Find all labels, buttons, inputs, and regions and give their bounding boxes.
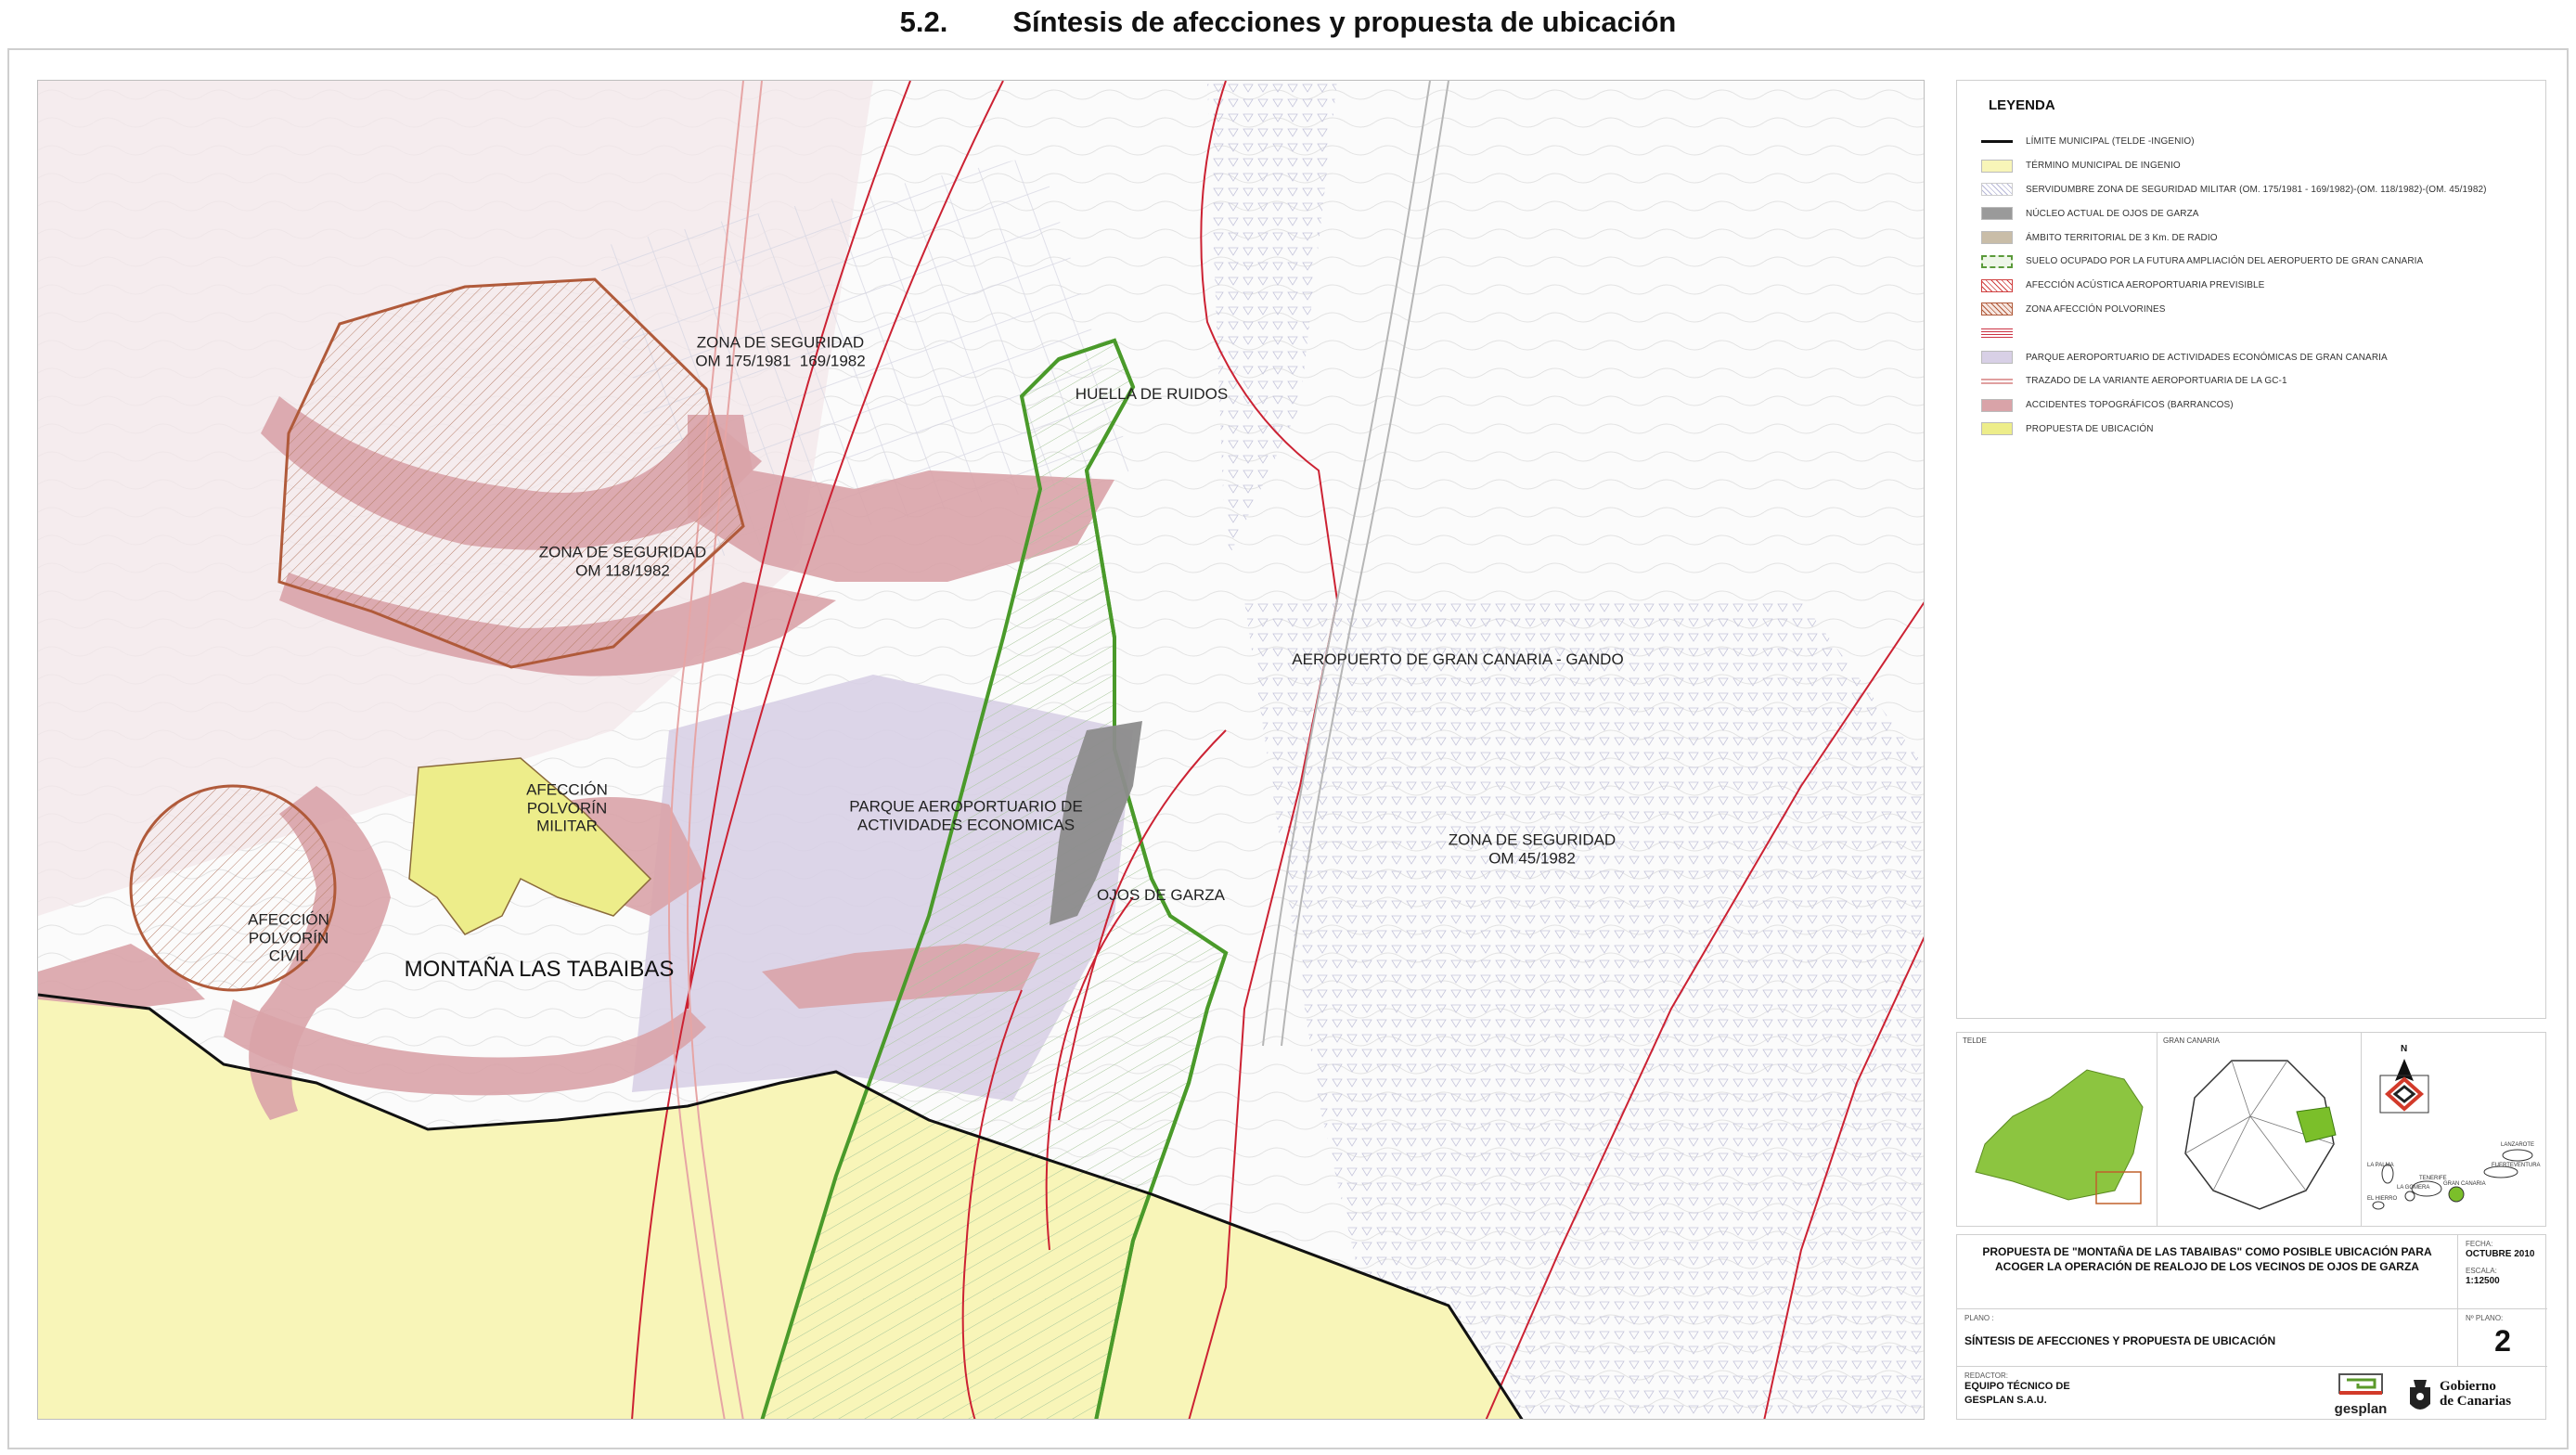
legend-item: ÁMBITO TERRITORIAL DE 3 Km. DE RADIO — [1981, 225, 2521, 250]
legend-swatch — [1981, 351, 2013, 365]
gesplan-wordmark: gesplan — [2334, 1401, 2388, 1417]
legend-item — [1981, 321, 2521, 345]
tb-nplano: 2 — [2494, 1324, 2511, 1358]
telde-map-icon — [1975, 1069, 2144, 1204]
page-header: 5.2. Síntesis de afecciones y propuesta … — [0, 0, 2576, 45]
locator-maps: TELDE GRAN CANARIA N LANZAROTE FUERTEVEN… — [1956, 1032, 2546, 1227]
legend-swatch — [1981, 231, 2013, 245]
title-block: PROPUESTA DE "MONTAÑA DE LAS TABAIBAS" C… — [1956, 1234, 2547, 1421]
coat-of-arms-icon — [2410, 1380, 2430, 1410]
legend-label: PROPUESTA DE UBICACIÓN — [2026, 423, 2154, 434]
locator-islands: N LANZAROTE FUERTEVENTURA LA PALMA TENER… — [2362, 1033, 2547, 1226]
map-label-zona-seguridad-om175: ZONA DE SEGURIDAD OM 175/1981 169/1982 — [695, 333, 866, 369]
legend-swatch — [1981, 378, 2013, 384]
legend-item: PROPUESTA DE UBICACIÓN — [1981, 418, 2521, 442]
gesplan-icon — [2338, 1373, 2383, 1395]
legend-panel: LEYENDA LÍMITE MUNICIPAL (TELDE -INGENIO… — [1956, 80, 2546, 1019]
tb-escala-label: ESCALA: — [2466, 1266, 2497, 1275]
legend-swatch — [1981, 183, 2013, 197]
section-number: 5.2. — [899, 6, 948, 38]
locator-telde-caption: TELDE — [1963, 1037, 1987, 1045]
legend-label: NÚCLEO ACTUAL DE OJOS DE GARZA — [2026, 208, 2199, 219]
map-drawing — [38, 81, 1924, 1419]
legend-swatch — [1981, 140, 2013, 144]
tb-proposal-cell: PROPUESTA DE "MONTAÑA DE LAS TABAIBAS" C… — [1957, 1235, 2458, 1309]
tb-fecha: OCTUBRE 2010 — [2466, 1249, 2535, 1259]
island-label-la-gomera: LA GOMERA — [2397, 1185, 2430, 1191]
legend-label: TRAZADO DE LA VARIANTE AEROPORTUARIA DE … — [2026, 376, 2287, 387]
legend-item: ZONA AFECCIÓN POLVORINES — [1981, 298, 2521, 322]
legend-list: LÍMITE MUNICIPAL (TELDE -INGENIO) TÉRMINO… — [1981, 130, 2521, 441]
map-label-afeccion-polvorin-militar: AFECCIÓN POLVORÍN MILITAR — [526, 780, 608, 835]
legend-label: TÉRMINO MUNICIPAL DE INGENIO — [2026, 161, 2181, 172]
legend-label: ACCIDENTES TOPOGRÁFICOS (BARRANCOS) — [2026, 400, 2234, 411]
tb-redactor-cell: REDACTOR: EQUIPO TÉCNICO DE GESPLAN S.A.… — [1957, 1367, 2547, 1421]
gesplan-logo: gesplan — [2326, 1372, 2395, 1417]
legend-swatch — [1981, 159, 2013, 173]
tb-fecha-label: FECHA: — [2466, 1240, 2493, 1248]
tb-plano-cell: PLANO : SÍNTESIS DE AFECCIONES Y PROPUES… — [1957, 1309, 2458, 1367]
tb-nplano-cell: Nº PLANO: 2 — [2458, 1309, 2547, 1367]
legend-label: LÍMITE MUNICIPAL (TELDE -INGENIO) — [2026, 136, 2195, 148]
legend-label: SUELO OCUPADO POR LA FUTURA AMPLIACIÓN D… — [2026, 256, 2424, 267]
island-label-el-hierro: EL HIERRO — [2367, 1196, 2398, 1202]
gran-canaria-map-icon — [2184, 1060, 2337, 1210]
legend-swatch — [1981, 398, 2013, 412]
legend-item: TRAZADO DE LA VARIANTE AEROPORTUARIA DE … — [1981, 369, 2521, 393]
legend-swatch — [1981, 207, 2013, 221]
section-title: Síntesis de afecciones y propuesta de ub… — [1012, 6, 1677, 38]
legend-swatch — [1981, 254, 2013, 268]
tb-proposal-text: PROPUESTA DE "MONTAÑA DE LAS TABAIBAS" C… — [1982, 1245, 2432, 1274]
gobierno-line-1: Gobierno — [2440, 1379, 2496, 1395]
legend-label: PARQUE AEROPORTUARIO DE ACTIVIDADES ECON… — [2026, 352, 2388, 363]
locator-gran-canaria: GRAN CANARIA — [2157, 1033, 2362, 1226]
tb-date-scale-cell: FECHA: OCTUBRE 2010 ESCALA: 1:12500 — [2458, 1235, 2547, 1309]
gobierno-wordmark: Gobierno de Canarias — [2440, 1379, 2512, 1410]
north-label: N — [2401, 1044, 2408, 1054]
legend-swatch — [1981, 303, 2013, 316]
legend-item: PARQUE AEROPORTUARIO DE ACTIVIDADES ECON… — [1981, 345, 2521, 369]
tb-nplano-label: Nº PLANO: — [2466, 1314, 2504, 1322]
map-label-afeccion-polvorin-civil: AFECCIÓN POLVORÍN CIVIL — [248, 910, 329, 965]
legend-item: ACCIDENTES TOPOGRÁFICOS (BARRANCOS) — [1981, 393, 2521, 418]
island-label-gran-canaria: GRAN CANARIA — [2443, 1181, 2486, 1187]
map-label-aeropuerto: AEROPUERTO DE GRAN CANARIA - GANDO — [1292, 650, 1624, 669]
map-label-zona-seguridad-om118: ZONA DE SEGURIDAD OM 118/1982 — [538, 543, 707, 579]
map-label-huella-ruidos: HUELLA DE RUIDOS — [1075, 385, 1229, 404]
map-label-parque-aeroportuario: PARQUE AEROPORTUARIO DE ACTIVIDADES ECON… — [849, 797, 1083, 833]
legend-item: AFECCIÓN ACÚSTICA AEROPORTUARIA PREVISIB… — [1981, 274, 2521, 298]
locator-gran-canaria-caption: GRAN CANARIA — [2163, 1037, 2220, 1045]
legend-item: SUELO OCUPADO POR LA FUTURA AMPLIACIÓN D… — [1981, 250, 2521, 274]
legend-label: AFECCIÓN ACÚSTICA AEROPORTUARIA PREVISIB… — [2026, 280, 2265, 291]
map-label-ojos-de-garza: OJOS DE GARZA — [1097, 886, 1225, 905]
legend-item: SERVIDUMBRE ZONA DE SEGURIDAD MILITAR (O… — [1981, 178, 2521, 202]
gobierno-line-2: de Canarias — [2440, 1394, 2512, 1409]
legend-item: LÍMITE MUNICIPAL (TELDE -INGENIO) — [1981, 130, 2521, 154]
legend-label: ÁMBITO TERRITORIAL DE 3 Km. DE RADIO — [2026, 232, 2218, 243]
legend-label: SERVIDUMBRE ZONA DE SEGURIDAD MILITAR (O… — [2026, 184, 2487, 195]
map-label-montana-las-tabaibas: MONTAÑA LAS TABAIBAS — [404, 957, 675, 983]
map-canvas[interactable]: ZONA DE SEGURIDAD OM 175/1981 169/1982 H… — [37, 80, 1925, 1420]
tb-escala: 1:12500 — [2466, 1275, 2500, 1286]
island-label-fuerteventura: FUERTEVENTURA — [2492, 1163, 2541, 1168]
legend-item: TÉRMINO MUNICIPAL DE INGENIO — [1981, 154, 2521, 178]
gobierno-canarias-logo: Gobierno de Canarias — [2406, 1372, 2536, 1417]
legend-swatch — [1981, 327, 2013, 341]
tb-plano-label: PLANO : — [1964, 1314, 1994, 1322]
island-label-la-palma: LA PALMA — [2367, 1163, 2394, 1168]
legend-swatch — [1981, 422, 2013, 436]
tb-plano-title: SÍNTESIS DE AFECCIONES Y PROPUESTA DE UB… — [1964, 1334, 2276, 1347]
legend-label: ZONA AFECCIÓN POLVORINES — [2026, 303, 2166, 315]
island-label-lanzarote: LANZAROTE — [2501, 1142, 2535, 1148]
legend-title: LEYENDA — [1989, 97, 2055, 113]
map-label-zona-seguridad-om45: ZONA DE SEGURIDAD OM 45/1982 — [1448, 831, 1616, 867]
locator-telde: TELDE — [1957, 1033, 2157, 1226]
legend-swatch — [1981, 278, 2013, 292]
legend-item: NÚCLEO ACTUAL DE OJOS DE GARZA — [1981, 201, 2521, 225]
